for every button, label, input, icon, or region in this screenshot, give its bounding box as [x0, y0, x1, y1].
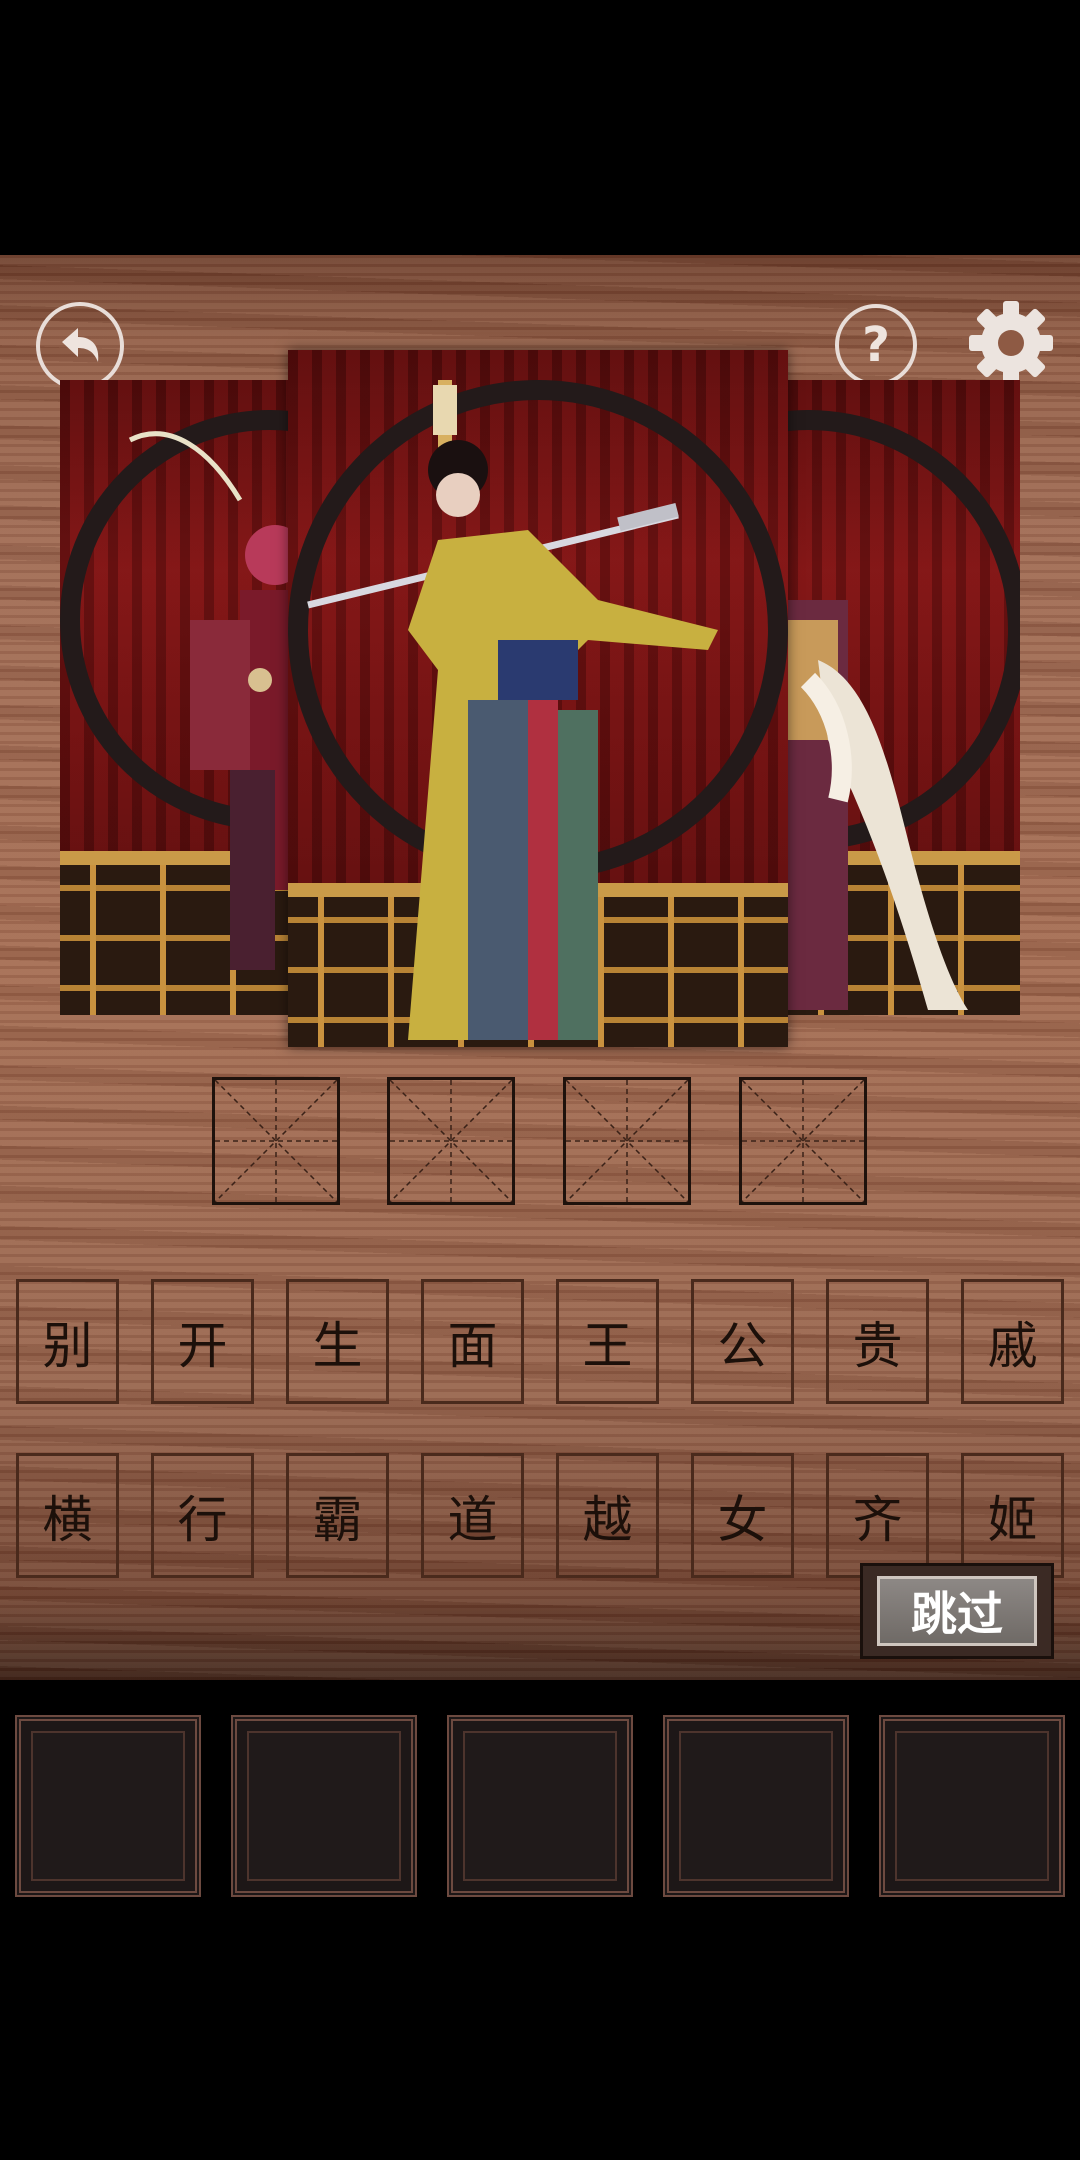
char-tile[interactable]: 行	[151, 1453, 254, 1578]
inventory-slot-2[interactable]	[231, 1715, 417, 1897]
back-button[interactable]	[36, 302, 124, 390]
char-tile[interactable]: 生	[286, 1279, 389, 1404]
char-tile[interactable]: 别	[16, 1279, 119, 1404]
char-tile[interactable]: 贵	[826, 1279, 929, 1404]
char-tile[interactable]: 开	[151, 1279, 254, 1404]
question-mark-icon: ?	[862, 317, 890, 373]
char-tile[interactable]: 横	[16, 1453, 119, 1578]
char-tile[interactable]: 霸	[286, 1453, 389, 1578]
char-tile[interactable]: 面	[421, 1279, 524, 1404]
scene-card-left	[60, 380, 290, 1015]
inventory-slot-1[interactable]	[15, 1715, 201, 1897]
skip-button-label: 跳过	[877, 1576, 1037, 1646]
char-tile[interactable]: 越	[556, 1453, 659, 1578]
char-tile[interactable]: 姬	[961, 1453, 1064, 1578]
inventory-slot-4[interactable]	[663, 1715, 849, 1897]
inventory-slot-5[interactable]	[879, 1715, 1065, 1897]
char-tile[interactable]: 女	[691, 1453, 794, 1578]
scene-card-right	[788, 380, 1020, 1015]
grid-guide-icon	[742, 1080, 864, 1202]
answer-slot-3[interactable]	[563, 1077, 691, 1205]
answer-slot-1[interactable]	[212, 1077, 340, 1205]
opera-swordswoman-figure	[307, 380, 718, 1040]
answer-slot-2[interactable]	[387, 1077, 515, 1205]
answer-slot-4[interactable]	[739, 1077, 867, 1205]
char-tile[interactable]: 齐	[826, 1453, 929, 1578]
grid-guide-icon	[566, 1080, 688, 1202]
char-tile[interactable]: 王	[556, 1279, 659, 1404]
grid-guide-icon	[390, 1080, 512, 1202]
char-tile[interactable]: 公	[691, 1279, 794, 1404]
gear-icon	[969, 301, 1053, 385]
inventory-slot-3[interactable]	[447, 1715, 633, 1897]
char-tile[interactable]: 道	[421, 1453, 524, 1578]
skip-button[interactable]: 跳过	[860, 1563, 1054, 1659]
back-arrow-icon	[62, 328, 99, 362]
opera-sleeve-dancer-figure	[788, 600, 968, 1010]
char-tile[interactable]: 戚	[961, 1279, 1064, 1404]
scene-card-center	[288, 350, 788, 1047]
grid-guide-icon	[215, 1080, 337, 1202]
opera-warrior-figure	[128, 431, 290, 970]
hint-button[interactable]: ?	[835, 304, 917, 386]
settings-button[interactable]	[966, 298, 1056, 388]
